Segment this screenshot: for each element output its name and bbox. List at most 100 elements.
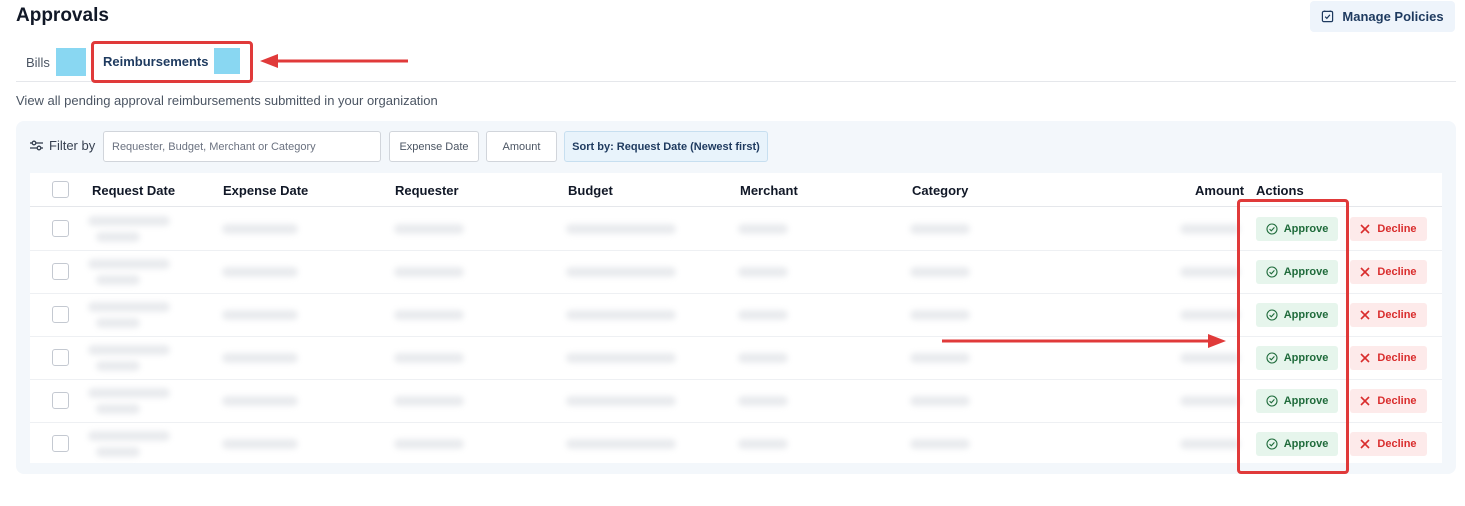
decline-button[interactable]: Decline: [1350, 217, 1427, 241]
filter-bar: Filter by Expense Date Amount Sort by: R…: [16, 131, 1456, 163]
redacted-cell: [96, 361, 140, 371]
row-checkbox[interactable]: [52, 349, 69, 366]
tabs-bar: Bills Reimbursements: [16, 44, 1456, 82]
table-row[interactable]: Approve Decline: [30, 380, 1442, 423]
decline-button[interactable]: Decline: [1350, 260, 1427, 284]
redacted-cell: [96, 404, 140, 414]
redacted-cell: [96, 447, 140, 457]
redacted-cell: [566, 267, 676, 277]
decline-button[interactable]: Decline: [1350, 303, 1427, 327]
approve-label: Approve: [1283, 223, 1329, 235]
decline-button[interactable]: Decline: [1350, 389, 1427, 413]
check-circle-icon: [1266, 438, 1278, 450]
redacted-cell: [222, 439, 298, 449]
redacted-cell: [88, 431, 170, 441]
row-checkbox[interactable]: [52, 392, 69, 409]
redacted-cell: [96, 232, 140, 242]
redacted-cell: [1180, 310, 1240, 320]
tab-reimbursements[interactable]: Reimbursements: [103, 48, 241, 74]
redacted-cell: [88, 259, 170, 269]
redacted-cell: [1180, 439, 1240, 449]
manage-policies-label: Manage Policies: [1342, 9, 1444, 24]
tab-reimbursements-badge: [214, 48, 241, 74]
page-title: Approvals: [16, 5, 109, 26]
redacted-cell: [910, 396, 970, 406]
redacted-cell: [910, 224, 970, 234]
redacted-cell: [566, 439, 676, 449]
manage-policies-button[interactable]: Manage Policies: [1310, 1, 1455, 32]
row-checkbox[interactable]: [52, 220, 69, 237]
decline-label: Decline: [1377, 395, 1417, 407]
check-circle-icon: [1266, 223, 1278, 235]
redacted-cell: [566, 310, 676, 320]
decline-button[interactable]: Decline: [1350, 432, 1427, 456]
redacted-cell: [910, 310, 970, 320]
arrow-to-tab-icon: [260, 54, 408, 68]
column-merchant[interactable]: Merchant: [740, 183, 798, 198]
table-row[interactable]: Approve Decline: [30, 208, 1442, 251]
redacted-cell: [1180, 267, 1240, 277]
approve-label: Approve: [1283, 309, 1329, 321]
close-icon: [1360, 267, 1370, 277]
redacted-cell: [88, 345, 170, 355]
redacted-cell: [738, 224, 788, 234]
approve-button[interactable]: Approve: [1256, 260, 1338, 284]
approve-label: Approve: [1283, 395, 1329, 407]
row-checkbox[interactable]: [52, 435, 69, 452]
column-amount[interactable]: Amount: [1195, 183, 1244, 198]
redacted-cell: [394, 224, 464, 234]
decline-label: Decline: [1377, 438, 1417, 450]
column-request-date[interactable]: Request Date: [92, 183, 175, 198]
redacted-cell: [222, 396, 298, 406]
redacted-cell: [88, 302, 170, 312]
document-check-icon: [1322, 10, 1334, 23]
close-icon: [1360, 353, 1370, 363]
sliders-icon: [30, 140, 43, 151]
redacted-cell: [738, 396, 788, 406]
tab-reimbursements-label: Reimbursements: [103, 53, 209, 69]
filter-search-input[interactable]: [103, 131, 381, 162]
redacted-cell: [394, 353, 464, 363]
row-checkbox[interactable]: [52, 306, 69, 323]
approve-button[interactable]: Approve: [1256, 389, 1338, 413]
redacted-cell: [566, 353, 676, 363]
column-requester[interactable]: Requester: [395, 183, 459, 198]
redacted-cell: [96, 318, 140, 328]
decline-label: Decline: [1377, 223, 1417, 235]
table-row[interactable]: Approve Decline: [30, 294, 1442, 337]
expense-date-filter[interactable]: Expense Date: [389, 131, 479, 162]
approve-label: Approve: [1283, 266, 1329, 278]
approve-button[interactable]: Approve: [1256, 432, 1338, 456]
approvals-table: Request Date Expense Date Requester Budg…: [30, 173, 1442, 463]
approve-label: Approve: [1283, 352, 1329, 364]
filter-by-text: Filter by: [49, 138, 96, 153]
select-all-checkbox[interactable]: [52, 181, 69, 198]
column-expense-date[interactable]: Expense Date: [223, 183, 308, 198]
approve-button[interactable]: Approve: [1256, 217, 1338, 241]
redacted-cell: [88, 216, 170, 226]
amount-filter[interactable]: Amount: [486, 131, 557, 162]
column-budget[interactable]: Budget: [568, 183, 613, 198]
redacted-cell: [222, 310, 298, 320]
arrow-to-actions-icon: [942, 334, 1226, 348]
redacted-cell: [910, 267, 970, 277]
redacted-cell: [910, 353, 970, 363]
table-row[interactable]: Approve Decline: [30, 423, 1442, 466]
decline-label: Decline: [1377, 352, 1417, 364]
table-row[interactable]: Approve Decline: [30, 337, 1442, 380]
column-category[interactable]: Category: [912, 183, 968, 198]
row-checkbox[interactable]: [52, 263, 69, 280]
decline-label: Decline: [1377, 266, 1417, 278]
page-subtitle: View all pending approval reimbursements…: [16, 93, 438, 108]
redacted-cell: [394, 396, 464, 406]
approve-button[interactable]: Approve: [1256, 346, 1338, 370]
decline-button[interactable]: Decline: [1350, 346, 1427, 370]
column-actions: Actions: [1256, 183, 1304, 198]
tab-bills-label: Bills: [26, 54, 50, 70]
approve-button[interactable]: Approve: [1256, 303, 1338, 327]
tab-bills[interactable]: Bills: [26, 48, 86, 76]
table-row[interactable]: Approve Decline: [30, 251, 1442, 294]
sort-dropdown[interactable]: Sort by: Request Date (Newest first): [564, 131, 768, 162]
redacted-cell: [1180, 353, 1240, 363]
check-circle-icon: [1266, 352, 1278, 364]
